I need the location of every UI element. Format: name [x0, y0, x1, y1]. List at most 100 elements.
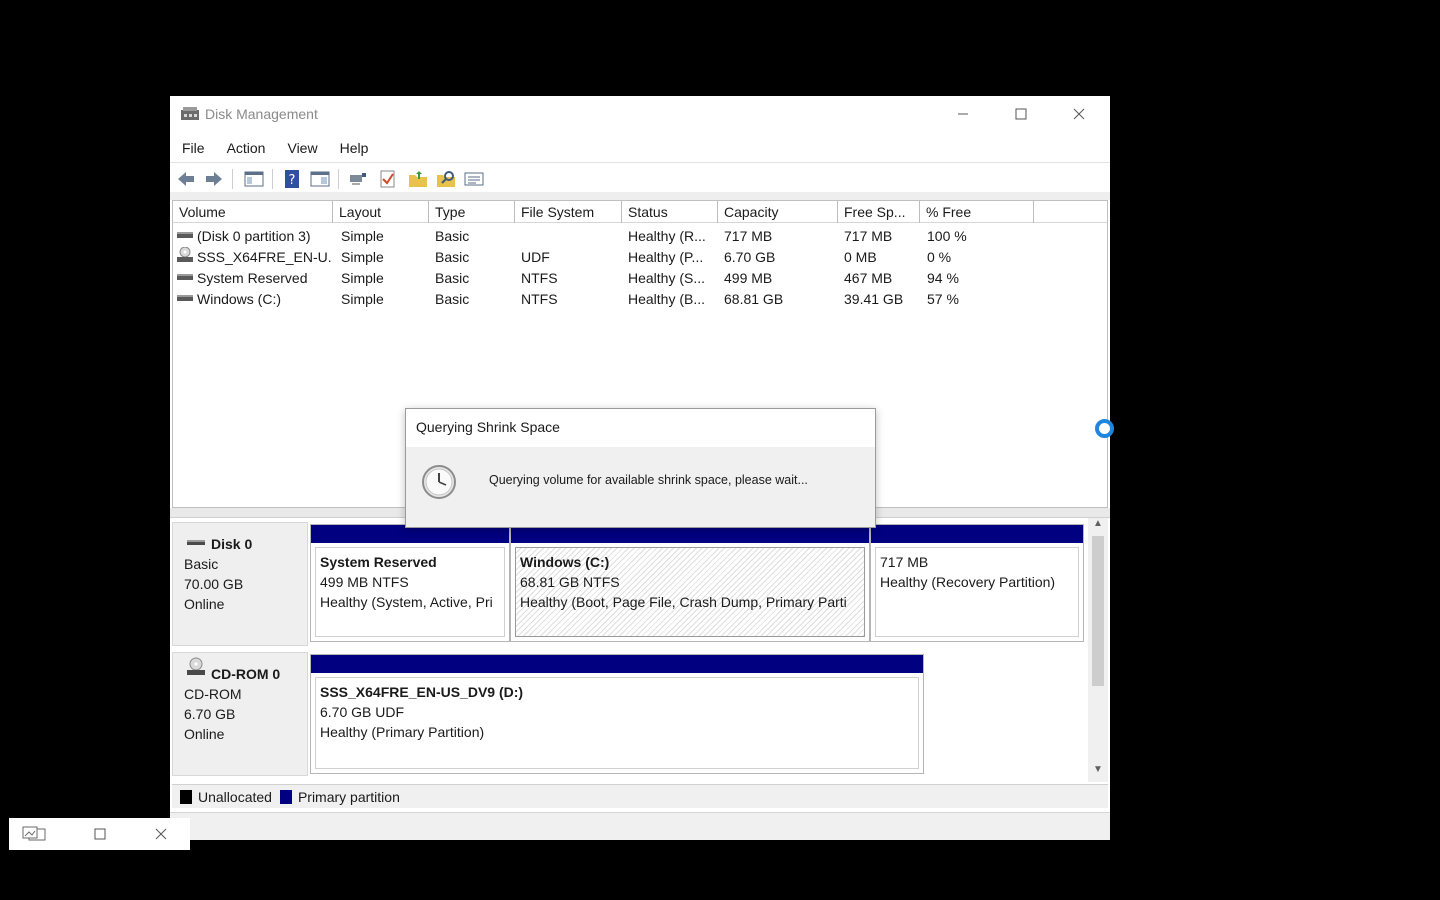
- querying-shrink-space-dialog[interactable]: Querying Shrink Space Querying volume fo…: [405, 408, 876, 528]
- volume-row[interactable]: Windows (C:) Simple Basic NTFS Healthy (…: [173, 288, 1107, 309]
- column-header-layout[interactable]: Layout: [333, 201, 429, 223]
- partition-system-reserved[interactable]: System Reserved 499 MB NTFS Healthy (Sys…: [310, 524, 510, 642]
- window-title: Disk Management: [205, 106, 318, 122]
- disk-0-label[interactable]: Disk 0 Basic 70.00 GB Online: [172, 522, 308, 646]
- disk-type: Basic: [184, 556, 219, 572]
- close-icon: [155, 828, 167, 840]
- scroll-down-arrow-icon[interactable]: ▼: [1088, 764, 1108, 780]
- column-header-volume[interactable]: Volume: [173, 201, 333, 223]
- minimize-icon: [958, 113, 968, 115]
- cell-file-system: NTFS: [521, 270, 558, 286]
- partition-detail: 68.81 GB NTFS: [520, 574, 620, 590]
- volume-row[interactable]: System Reserved Simple Basic NTFS Health…: [173, 267, 1107, 288]
- toolbar-separator: [338, 169, 339, 189]
- column-header-file-system[interactable]: File System: [515, 201, 622, 223]
- cell-status: Healthy (S...: [628, 270, 706, 286]
- partition-status: Healthy (Primary Partition): [320, 724, 485, 740]
- maximize-icon: [94, 828, 106, 840]
- menu-view[interactable]: View: [275, 136, 327, 160]
- disk-graphical-view: Disk 0 Basic 70.00 GB Online System Rese…: [172, 518, 1108, 782]
- cell-type: Basic: [435, 291, 470, 307]
- disk-type: CD-ROM: [184, 686, 242, 702]
- scrollbar-thumb[interactable]: [1092, 536, 1104, 686]
- maximize-button[interactable]: [992, 96, 1050, 132]
- menu-action[interactable]: Action: [215, 136, 276, 160]
- disk-management-app-icon: [181, 107, 199, 120]
- close-button[interactable]: [137, 818, 185, 850]
- partition-detail: 6.70 GB UDF: [320, 704, 405, 720]
- volume-list-header: Volume Layout Type File System Status Ca…: [173, 201, 1107, 223]
- column-header-percent-free[interactable]: % Free: [920, 201, 1034, 223]
- restore-button[interactable]: [9, 818, 57, 850]
- legend: Unallocated Primary partition: [172, 784, 1108, 808]
- scroll-up-arrow-icon[interactable]: ▲: [1088, 518, 1108, 534]
- cell-layout: Simple: [341, 291, 384, 307]
- partition-body-selected: Windows (C:) 68.81 GB NTFS Healthy (Boot…: [515, 547, 865, 637]
- dialog-title: Querying Shrink Space: [406, 409, 875, 447]
- drive-icon: [177, 232, 193, 238]
- partition-body: SSS_X64FRE_EN-US_DV9 (D:) 6.70 GB UDF He…: [315, 677, 919, 769]
- column-header-type[interactable]: Type: [429, 201, 515, 223]
- drive-icon: [177, 274, 193, 280]
- primary-partition-swatch: [279, 789, 292, 804]
- connect-icon[interactable]: [348, 169, 368, 189]
- properties-icon[interactable]: [310, 169, 330, 189]
- cell-free-space: 0 MB: [844, 249, 877, 265]
- minimize-button[interactable]: [934, 96, 992, 132]
- new-folder-icon[interactable]: [408, 169, 428, 189]
- cell-capacity: 6.70 GB: [724, 249, 776, 265]
- console-tree-icon[interactable]: [244, 169, 264, 189]
- cell-capacity: 499 MB: [724, 270, 773, 286]
- toolbar-separator: [232, 169, 233, 189]
- drive-icon: [177, 295, 193, 301]
- toolbar-separator: [272, 169, 273, 189]
- search-folder-icon[interactable]: [436, 169, 456, 189]
- partition-cdrom-d[interactable]: SSS_X64FRE_EN-US_DV9 (D:) 6.70 GB UDF He…: [310, 654, 924, 774]
- column-header-free-space[interactable]: Free Sp...: [838, 201, 920, 223]
- partition-body: 717 MB Healthy (Recovery Partition): [875, 547, 1079, 637]
- menu-file[interactable]: File: [170, 136, 215, 160]
- check-icon[interactable]: [378, 169, 398, 189]
- partition-title: System Reserved: [320, 554, 437, 570]
- cd-drive-icon: [177, 247, 193, 262]
- cell-status: Healthy (P...: [628, 249, 704, 265]
- cell-file-system: NTFS: [521, 291, 558, 307]
- disk-icon: [187, 540, 205, 545]
- partition-windows-c[interactable]: Windows (C:) 68.81 GB NTFS Healthy (Boot…: [510, 524, 870, 642]
- cd-drive-icon: [187, 657, 205, 675]
- primary-partition-bar: [871, 525, 1083, 543]
- volume-row[interactable]: SSS_X64FRE_EN-U... Simple Basic UDF Heal…: [173, 246, 1107, 267]
- maximize-button[interactable]: [76, 818, 124, 850]
- cell-capacity: 717 MB: [724, 228, 773, 244]
- partition-recovery[interactable]: 717 MB Healthy (Recovery Partition): [870, 524, 1084, 642]
- restore-thumbnail-icon: [22, 826, 46, 841]
- menu-help[interactable]: Help: [328, 136, 379, 160]
- unallocated-swatch: [180, 789, 192, 804]
- menu-bar: File Action View Help: [170, 136, 1110, 160]
- primary-partition-bar: [311, 655, 923, 673]
- title-bar[interactable]: Disk Management: [170, 96, 1110, 132]
- dialog-message: Querying volume for available shrink spa…: [489, 473, 808, 487]
- partition-status: Healthy (Boot, Page File, Crash Dump, Pr…: [520, 594, 847, 610]
- back-icon[interactable]: [176, 169, 196, 189]
- svg-text:?: ?: [289, 173, 296, 188]
- cell-free-space: 39.41 GB: [844, 291, 904, 307]
- forward-icon[interactable]: [204, 169, 224, 189]
- partition-detail: 499 MB NTFS: [320, 574, 409, 590]
- cdrom-0-label[interactable]: CD-ROM 0 CD-ROM 6.70 GB Online: [172, 652, 308, 776]
- vertical-scrollbar[interactable]: ▲ ▼: [1088, 518, 1108, 782]
- close-button[interactable]: [1050, 96, 1108, 132]
- column-header-status[interactable]: Status: [622, 201, 718, 223]
- cell-file-system: UDF: [521, 249, 550, 265]
- partition-status: Healthy (System, Active, Pri: [320, 594, 493, 610]
- legend-unallocated: Unallocated: [198, 788, 272, 805]
- partition-status: Healthy (Recovery Partition): [880, 574, 1056, 590]
- help-icon[interactable]: ?: [282, 169, 302, 189]
- toolbar: ?: [170, 162, 1110, 192]
- disk-name: Disk 0: [211, 536, 253, 552]
- cell-percent-free: 94 %: [927, 270, 959, 286]
- cell-volume: (Disk 0 partition 3): [197, 228, 311, 244]
- list-view-icon[interactable]: [464, 169, 484, 189]
- column-header-capacity[interactable]: Capacity: [718, 201, 838, 223]
- volume-row[interactable]: (Disk 0 partition 3) Simple Basic Health…: [173, 225, 1107, 246]
